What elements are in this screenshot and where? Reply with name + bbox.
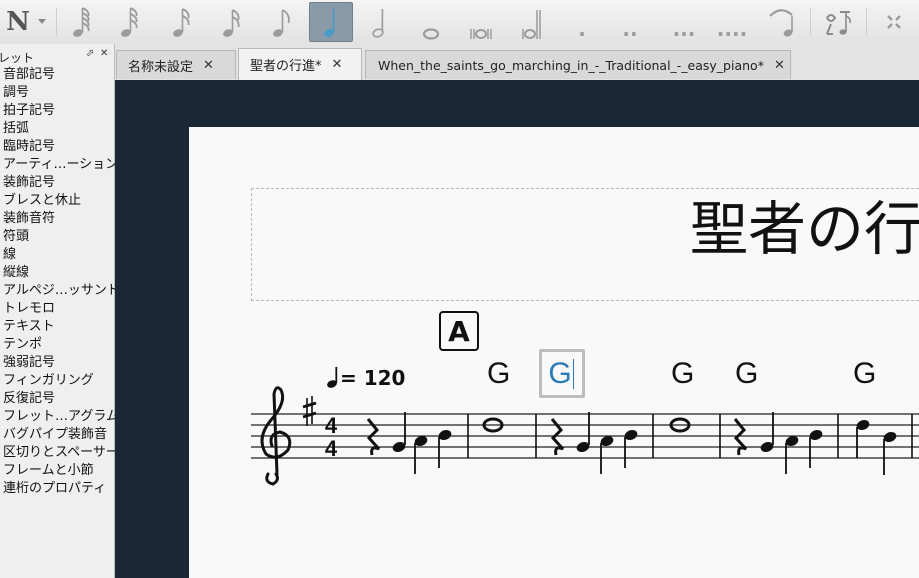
- note[interactable]: [759, 412, 774, 454]
- note[interactable]: [437, 428, 452, 468]
- time-signature-numerator: 4: [325, 413, 338, 438]
- sharp-icon: [302, 396, 317, 426]
- note[interactable]: [808, 428, 823, 468]
- note[interactable]: [855, 418, 870, 458]
- note[interactable]: [784, 434, 799, 474]
- note[interactable]: [623, 428, 638, 468]
- note[interactable]: [599, 434, 614, 474]
- note[interactable]: [391, 412, 406, 454]
- note[interactable]: [413, 434, 428, 474]
- staff-system[interactable]: 4 4: [0, 0, 919, 578]
- note[interactable]: [575, 412, 590, 454]
- note[interactable]: [882, 430, 897, 475]
- time-signature-denominator: 4: [325, 436, 338, 461]
